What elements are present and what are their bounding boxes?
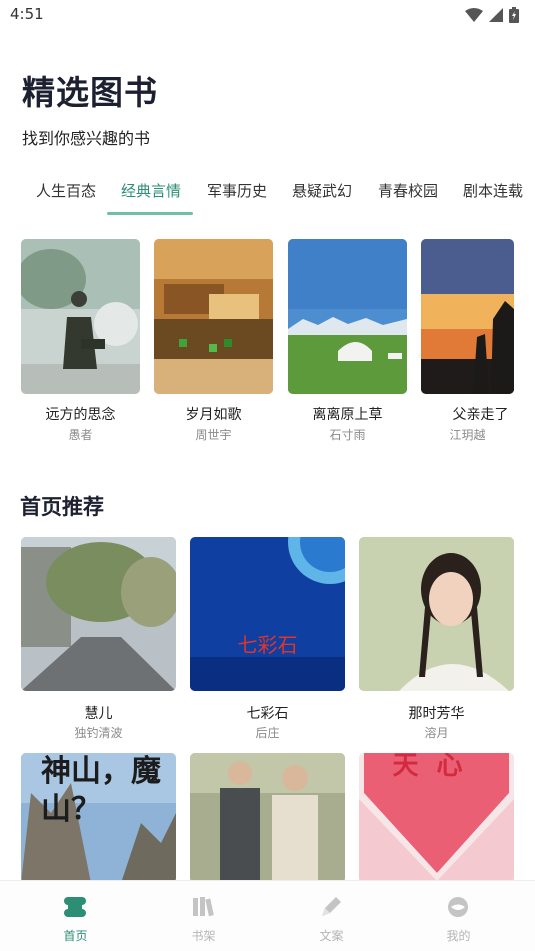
home-icon bbox=[64, 897, 86, 917]
cover-text: 神山，魔山？ bbox=[41, 754, 161, 827]
nav-home[interactable]: 首页 bbox=[9, 881, 142, 951]
tab-life[interactable]: 人生百态 bbox=[36, 180, 96, 201]
book-cover[interactable]: 神山，魔山？ bbox=[21, 753, 176, 883]
book-author: 独钓清波 bbox=[74, 726, 123, 740]
page-subtitle: 找到你感兴趣的书 bbox=[22, 129, 151, 148]
page-title: 精选图书 bbox=[22, 73, 158, 112]
section-title: 首页推荐 bbox=[20, 495, 104, 519]
book-author: 后庄 bbox=[255, 726, 280, 740]
tab-script-serial[interactable]: 剧本连载 bbox=[463, 180, 523, 201]
battery-icon bbox=[509, 7, 519, 23]
book-cover[interactable] bbox=[421, 239, 514, 394]
nav-copywriting[interactable]: 文案 bbox=[265, 881, 398, 951]
book-title: 慧儿 bbox=[84, 706, 113, 722]
book-cover[interactable] bbox=[359, 537, 514, 691]
status-time: 4:51 bbox=[10, 5, 44, 23]
tab-military-history[interactable]: 军事历史 bbox=[207, 180, 267, 201]
book-author: 溶月 bbox=[424, 726, 449, 740]
book-cover[interactable] bbox=[21, 239, 140, 394]
cover-text: 天心 bbox=[392, 753, 481, 781]
tab-youth-campus[interactable]: 青春校园 bbox=[378, 180, 438, 201]
tab-mystery-fantasy[interactable]: 悬疑武幻 bbox=[292, 180, 352, 201]
bottom-navigation: 首页 书架 文案 我的 bbox=[0, 880, 535, 951]
bookshelf-icon bbox=[193, 897, 214, 917]
category-tabs: 人生百态 经典言情 军事历史 悬疑武幻 青春校园 剧本连载 bbox=[0, 170, 535, 218]
tab-romance[interactable]: 经典言情 bbox=[121, 180, 181, 201]
nav-label: 首页 bbox=[63, 929, 88, 943]
book-cover[interactable] bbox=[154, 239, 273, 394]
status-bar: 4:51 bbox=[0, 0, 535, 30]
wifi-icon bbox=[465, 8, 483, 22]
nav-profile[interactable]: 我的 bbox=[392, 881, 525, 951]
book-author: 江玥越 bbox=[449, 428, 486, 442]
book-title: 那时芳华 bbox=[408, 706, 465, 722]
pen-icon bbox=[322, 897, 341, 916]
book-title: 岁月如歌 bbox=[185, 407, 242, 423]
profile-icon bbox=[448, 897, 468, 917]
book-title: 七彩石 bbox=[246, 706, 289, 722]
book-cover[interactable]: 七彩石 bbox=[190, 537, 345, 691]
book-cover[interactable]: 天心 bbox=[359, 753, 514, 883]
status-icons bbox=[465, 7, 519, 23]
book-cover[interactable] bbox=[288, 239, 407, 394]
book-cover[interactable] bbox=[21, 537, 176, 691]
book-cover[interactable] bbox=[190, 753, 345, 883]
tab-indicator bbox=[107, 212, 193, 215]
nav-label: 我的 bbox=[446, 929, 471, 943]
book-title: 离离原上草 bbox=[312, 407, 383, 423]
nav-bookshelf[interactable]: 书架 bbox=[137, 881, 270, 951]
book-title: 远方的思念 bbox=[45, 407, 116, 423]
book-title: 父亲走了 bbox=[452, 407, 509, 423]
book-author: 周世宇 bbox=[195, 428, 232, 442]
signal-icon bbox=[489, 8, 503, 22]
book-author: 愚者 bbox=[68, 428, 93, 442]
nav-label: 文案 bbox=[319, 929, 344, 943]
nav-label: 书架 bbox=[191, 929, 216, 943]
book-author: 石寸雨 bbox=[329, 428, 366, 442]
cover-text: 七彩石 bbox=[237, 633, 298, 657]
